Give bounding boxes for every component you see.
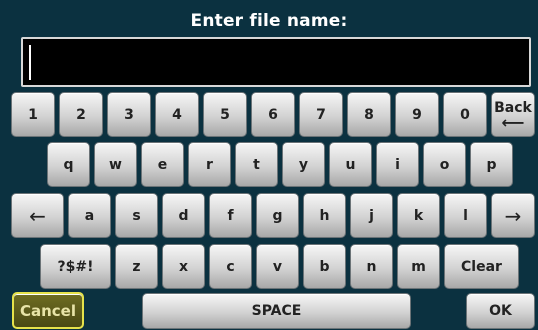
key-label: y — [298, 156, 309, 173]
key-label: e — [157, 156, 168, 173]
key-d[interactable]: d — [162, 193, 205, 238]
cancel-button[interactable]: Cancel — [12, 292, 84, 329]
ok-button[interactable]: OK — [466, 293, 535, 329]
key-label: t — [253, 156, 260, 173]
arrow-right-icon: → — [504, 203, 522, 228]
key-s[interactable]: s — [115, 193, 158, 238]
key-label: 5 — [220, 106, 230, 123]
key-label: x — [178, 258, 189, 275]
back-arrow-icon: ⟵ — [501, 112, 525, 132]
key-o[interactable]: o — [423, 142, 466, 187]
key-b[interactable]: b — [303, 244, 346, 289]
key-label: 7 — [316, 106, 326, 123]
key-label: 8 — [364, 106, 374, 123]
key-2[interactable]: 2 — [59, 92, 103, 137]
clear-button[interactable]: Clear — [444, 244, 519, 289]
key-label: 4 — [172, 106, 182, 123]
key-label: r — [206, 156, 213, 173]
key-label: j — [369, 207, 374, 224]
key-label: n — [366, 258, 377, 275]
key-p[interactable]: p — [470, 142, 513, 187]
key-t[interactable]: t — [235, 142, 278, 187]
key-label: v — [272, 258, 283, 275]
key-label: b — [319, 258, 330, 275]
key-i[interactable]: i — [376, 142, 419, 187]
key-u[interactable]: u — [329, 142, 372, 187]
key-label: a — [84, 207, 95, 224]
file-name-input[interactable] — [21, 37, 531, 87]
space-key[interactable]: SPACE — [142, 293, 411, 329]
key-r[interactable]: r — [188, 142, 231, 187]
key-e[interactable]: e — [141, 142, 184, 187]
key-f[interactable]: f — [209, 193, 252, 238]
key-n[interactable]: n — [350, 244, 393, 289]
backspace-key[interactable]: Back ⟵ — [491, 92, 535, 137]
key-6[interactable]: 6 — [251, 92, 295, 137]
key-7[interactable]: 7 — [299, 92, 343, 137]
key-label: g — [272, 207, 283, 224]
key-a[interactable]: a — [68, 193, 111, 238]
key-1[interactable]: 1 — [11, 92, 55, 137]
key-k[interactable]: k — [397, 193, 440, 238]
key-3[interactable]: 3 — [107, 92, 151, 137]
text-caret — [29, 45, 31, 80]
key-v[interactable]: v — [256, 244, 299, 289]
key-label: 2 — [76, 106, 86, 123]
key-label: h — [319, 207, 330, 224]
key-label: Clear — [461, 258, 502, 275]
dialog-title: Enter file name: — [190, 11, 348, 31]
key-m[interactable]: m — [397, 244, 440, 289]
key-label: q — [63, 156, 74, 173]
key-label: k — [413, 207, 424, 224]
key-c[interactable]: c — [209, 244, 252, 289]
key-label: l — [463, 207, 468, 224]
key-label: z — [132, 258, 141, 275]
key-label: o — [439, 156, 450, 173]
key-label: ?$#! — [57, 258, 94, 275]
key-label: d — [178, 207, 189, 224]
key-9[interactable]: 9 — [395, 92, 439, 137]
key-label: 6 — [268, 106, 278, 123]
cursor-right-key[interactable]: → — [491, 193, 535, 238]
key-label: OK — [489, 303, 512, 319]
key-label: w — [109, 156, 122, 173]
key-label: s — [132, 207, 141, 224]
key-j[interactable]: j — [350, 193, 393, 238]
key-label: 3 — [124, 106, 134, 123]
key-5[interactable]: 5 — [203, 92, 247, 137]
key-8[interactable]: 8 — [347, 92, 391, 137]
key-label: i — [395, 156, 400, 173]
key-l[interactable]: l — [444, 193, 487, 238]
key-x[interactable]: x — [162, 244, 205, 289]
arrow-left-icon: ← — [29, 203, 46, 228]
symbols-key[interactable]: ?$#! — [40, 244, 111, 289]
key-g[interactable]: g — [256, 193, 299, 238]
key-label: Cancel — [19, 301, 76, 320]
key-4[interactable]: 4 — [155, 92, 199, 137]
key-label: SPACE — [251, 303, 302, 319]
key-label: m — [411, 258, 426, 275]
key-label: 0 — [460, 106, 470, 123]
key-y[interactable]: y — [282, 142, 325, 187]
key-0[interactable]: 0 — [443, 92, 487, 137]
key-h[interactable]: h — [303, 193, 346, 238]
key-label: 9 — [412, 106, 422, 123]
key-label: c — [226, 258, 235, 275]
key-label: u — [345, 156, 356, 173]
key-label: f — [227, 207, 234, 224]
key-z[interactable]: z — [115, 244, 158, 289]
key-label: Back — [494, 99, 532, 116]
key-label: p — [486, 156, 497, 173]
key-q[interactable]: q — [47, 142, 90, 187]
key-w[interactable]: w — [94, 142, 137, 187]
cursor-left-key[interactable]: ← — [11, 193, 64, 238]
key-label: 1 — [28, 106, 38, 123]
